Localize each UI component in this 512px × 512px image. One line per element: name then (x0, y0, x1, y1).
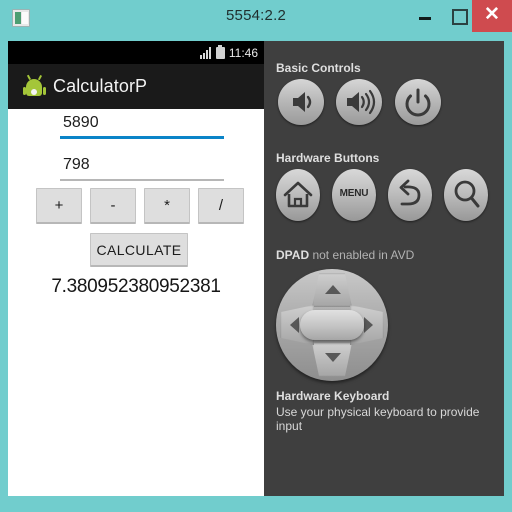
operator-subtract-button[interactable]: - (90, 188, 136, 224)
menu-text-icon: MENU (339, 188, 369, 199)
basic-controls-heading: Basic Controls (276, 61, 361, 75)
operand-b-input[interactable] (60, 153, 224, 181)
minimize-button[interactable] (408, 0, 442, 30)
search-button[interactable] (444, 169, 488, 221)
home-icon (283, 181, 313, 208)
back-arrow-icon (399, 179, 421, 206)
dpad-right-arrow-icon (364, 317, 373, 333)
dpad-up-arrow-icon (325, 285, 341, 294)
dpad-control[interactable] (276, 269, 388, 381)
app-action-bar: CalculatorP (8, 64, 264, 109)
calculator-content: + - * / CALCULATE 7.380952380952381 (8, 109, 264, 496)
hardware-keyboard-heading: Hardware Keyboard (276, 389, 390, 403)
hardware-buttons-heading: Hardware Buttons (276, 151, 380, 165)
dpad-down-arrow-icon (325, 353, 341, 362)
dpad-note: not enabled in AVD (309, 248, 415, 262)
power-icon (405, 88, 431, 117)
operator-add-button[interactable]: + (36, 188, 82, 224)
dpad-heading: DPAD not enabled in AVD (276, 248, 414, 262)
search-magnifier-icon (454, 180, 480, 208)
hardware-keyboard-note: Use your physical keyboard to provide in… (276, 405, 480, 433)
calculation-result: 7.380952380952381 (51, 276, 221, 297)
dpad-heading-label: DPAD (276, 248, 310, 262)
operator-multiply-button[interactable]: * (144, 188, 190, 224)
dpad-center-button[interactable] (300, 310, 364, 340)
battery-icon (215, 44, 225, 59)
menu-button[interactable]: MENU (332, 169, 376, 221)
volume-up-button[interactable] (336, 79, 382, 125)
android-status-bar: 11:46 (8, 41, 264, 64)
volume-up-icon (347, 89, 376, 115)
operator-divide-button[interactable]: / (198, 188, 244, 224)
emulator-control-panel: Basic Controls Hardware Buttons MENU DPA… (264, 41, 504, 496)
emulator-window: 5554:2.2 ✕ 11:46 CalculatorP 5890 798 + … (0, 0, 512, 512)
window-titlebar: 5554:2.2 ✕ (0, 0, 512, 37)
volume-down-button[interactable] (278, 79, 324, 125)
status-bar-time: 11:46 (228, 45, 258, 60)
home-button[interactable] (276, 169, 320, 221)
close-icon: ✕ (484, 4, 500, 25)
dpad-left-arrow-icon (290, 317, 299, 333)
close-button[interactable]: ✕ (472, 0, 512, 32)
android-robot-icon (22, 74, 46, 98)
operand-a-input[interactable] (60, 111, 224, 139)
status-bar-icons: 11:46 (199, 43, 258, 62)
volume-down-icon (293, 92, 312, 112)
signal-bars-icon (199, 46, 212, 59)
calculate-button[interactable]: CALCULATE (90, 233, 188, 267)
back-button[interactable] (388, 169, 432, 221)
maximize-button[interactable] (444, 0, 472, 30)
device-screen[interactable]: 11:46 CalculatorP + - (8, 41, 264, 496)
power-button[interactable] (395, 79, 441, 125)
app-title: CalculatorP (53, 76, 148, 96)
emulator-body: 11:46 CalculatorP + - (8, 41, 504, 496)
